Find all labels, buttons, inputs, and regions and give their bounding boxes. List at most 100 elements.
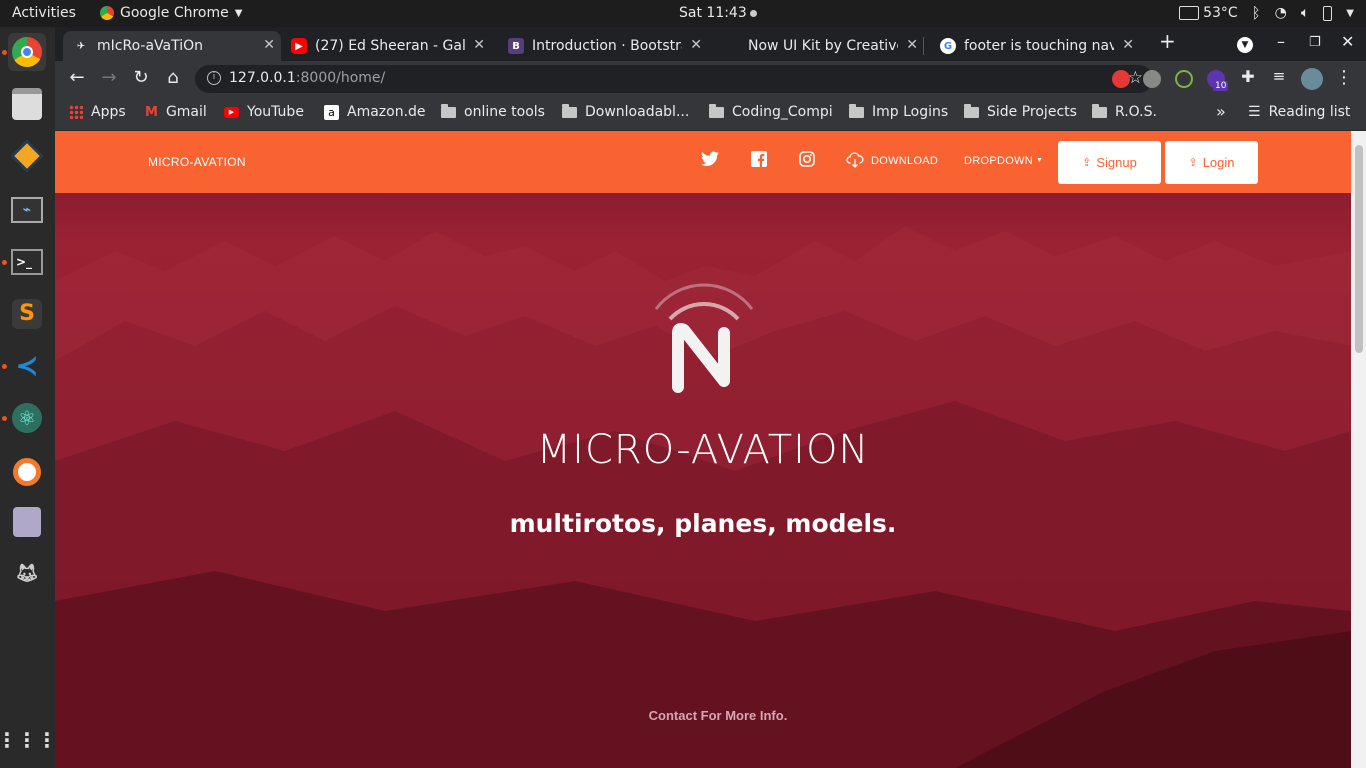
bookmark-gmail[interactable]: M Gmail bbox=[145, 104, 207, 120]
bookmark-label: YouTube bbox=[247, 104, 304, 120]
dropdown-toggle[interactable]: DROPDOWN ▼ bbox=[964, 155, 1043, 167]
url-text[interactable]: 127.0.0.1:8000/home/ bbox=[229, 70, 385, 86]
cloud-download-icon[interactable] bbox=[846, 152, 864, 172]
close-tab-icon[interactable]: ✕ bbox=[1122, 37, 1134, 53]
bookmark-label: online tools bbox=[464, 104, 545, 120]
close-window-button[interactable]: ✕ bbox=[1341, 32, 1354, 51]
tab-bootstrap[interactable]: B Introduction · Bootstra ✕ bbox=[498, 31, 708, 61]
home-button[interactable]: ⌂ bbox=[161, 67, 185, 88]
close-tab-icon[interactable]: ✕ bbox=[690, 37, 702, 53]
folder-icon bbox=[709, 103, 724, 118]
cpu-temp-indicator[interactable]: 53°C bbox=[1178, 5, 1238, 21]
folder-icon bbox=[562, 103, 577, 118]
minimize-button[interactable]: – bbox=[1277, 32, 1285, 51]
media-controls-icon[interactable]: ≡ bbox=[1267, 67, 1291, 85]
signup-button[interactable]: ⇪ Signup bbox=[1058, 141, 1161, 184]
cpu-temp-label: 53°C bbox=[1203, 5, 1238, 21]
login-label: Login bbox=[1202, 155, 1235, 170]
clock[interactable]: Sat 11:43 bbox=[679, 5, 757, 21]
tab-micro-avation[interactable]: ✈ mIcRo-aVaTiOn ✕ bbox=[63, 31, 281, 61]
app-menu-label: Google Chrome bbox=[120, 5, 229, 21]
download-link[interactable]: DOWNLOAD bbox=[871, 155, 938, 167]
bookmark-label: R.O.S. bbox=[1115, 104, 1157, 120]
app-menu[interactable]: Google Chrome ▼ bbox=[100, 5, 242, 21]
check-extension-icon[interactable] bbox=[1175, 70, 1193, 88]
reading-list-button[interactable]: ☰ Reading list bbox=[1248, 104, 1350, 120]
atom-launcher-icon[interactable]: ⚛ bbox=[8, 399, 46, 437]
bookmark-apps[interactable]: Apps bbox=[69, 104, 126, 120]
twitter-icon[interactable] bbox=[701, 151, 719, 171]
tab-search-icon[interactable]: ▼ bbox=[1237, 32, 1253, 53]
bookmark-youtube[interactable]: ▶ YouTube bbox=[224, 104, 304, 120]
battery-icon[interactable] bbox=[1323, 5, 1333, 21]
chrome-launcher-icon[interactable] bbox=[8, 33, 46, 71]
volume-icon[interactable]: 🔈︎ bbox=[1301, 5, 1309, 21]
blender-launcher-icon[interactable] bbox=[8, 453, 46, 491]
hero-section: MICRO-AVATION DOWNLOAD DROPDOWN ▼ ⇪ Signu… bbox=[55, 131, 1351, 768]
bookmark-label: Apps bbox=[91, 104, 126, 120]
share-icon: ⇪ bbox=[1082, 157, 1092, 169]
navbar-brand[interactable]: MICRO-AVATION bbox=[148, 155, 246, 169]
chrome-menu-icon[interactable]: ⋮ bbox=[1332, 67, 1356, 88]
bookmarks-overflow-button[interactable]: » bbox=[1216, 102, 1226, 121]
virtualbox-launcher-icon[interactable] bbox=[8, 137, 46, 175]
instagram-icon[interactable] bbox=[799, 151, 815, 171]
terminal-launcher-icon[interactable]: >_ bbox=[8, 243, 46, 281]
dropdown-label: DROPDOWN bbox=[964, 155, 1034, 167]
adblock-extension-icon[interactable] bbox=[1112, 70, 1130, 88]
tab-youtube[interactable]: ▶ (27) Ed Sheeran - Galwa ✕ bbox=[281, 31, 491, 61]
bookmark-folder-coding[interactable]: Coding_Compi bbox=[709, 103, 833, 120]
running-indicator bbox=[2, 50, 7, 55]
hero-subtitle: multirotos, planes, models. bbox=[509, 509, 897, 538]
bookmark-folder-downloadable[interactable]: Downloadabl... bbox=[562, 103, 689, 120]
bookmark-star-icon[interactable]: ☆ bbox=[1128, 68, 1143, 88]
cloud-extension-icon[interactable] bbox=[1143, 70, 1161, 88]
bookmark-folder-ros[interactable]: R.O.S. bbox=[1092, 103, 1157, 120]
sublime-text-launcher-icon[interactable]: S bbox=[8, 295, 46, 333]
close-tab-icon[interactable]: ✕ bbox=[263, 37, 275, 53]
youtube-icon: ▶ bbox=[291, 38, 307, 54]
tab-title: mIcRo-aVaTiOn bbox=[97, 38, 203, 54]
gimp-launcher-icon[interactable]: 🦊︎ bbox=[8, 555, 46, 593]
site-info-icon[interactable]: i bbox=[207, 71, 221, 85]
files-launcher-icon[interactable] bbox=[8, 85, 46, 123]
power-menu-icon[interactable]: ▼ bbox=[1346, 8, 1354, 19]
maximize-button[interactable]: ❐ bbox=[1309, 35, 1321, 50]
notification-dot bbox=[749, 9, 757, 17]
extensions-puzzle-icon[interactable]: ✚ bbox=[1236, 67, 1260, 86]
login-button[interactable]: ⇪ Login bbox=[1165, 141, 1258, 184]
new-tab-button[interactable]: + bbox=[1159, 29, 1176, 53]
reload-button[interactable]: ↻ bbox=[129, 67, 153, 88]
bookmark-folder-imp-logins[interactable]: Imp Logins bbox=[849, 103, 948, 120]
system-tray[interactable]: 53°C ᛒ ◔ 🔈︎ ▼ bbox=[1178, 4, 1354, 22]
bookmark-label: Side Projects bbox=[987, 104, 1077, 120]
url-path: :8000/home/ bbox=[295, 70, 386, 86]
system-monitor-launcher-icon[interactable]: ⌁ bbox=[8, 191, 46, 229]
wifi-icon[interactable]: ◔ bbox=[1275, 5, 1287, 21]
page-scrollbar[interactable] bbox=[1351, 131, 1366, 768]
cpu-icon bbox=[1178, 6, 1199, 20]
bookmarks-bar: Apps M Gmail ▶ YouTube a Amazon.de onlin… bbox=[55, 97, 1366, 131]
profile-avatar[interactable] bbox=[1301, 68, 1323, 90]
close-tab-icon[interactable]: ✕ bbox=[906, 37, 918, 53]
show-applications-icon[interactable]: ⋮⋮⋮ bbox=[0, 721, 57, 759]
bluetooth-icon[interactable]: ᛒ bbox=[1252, 4, 1261, 22]
address-bar[interactable]: i 127.0.0.1:8000/home/ ☆ bbox=[195, 65, 1153, 93]
vscode-launcher-icon[interactable]: ≺ bbox=[8, 347, 46, 385]
close-tab-icon[interactable]: ✕ bbox=[473, 37, 485, 53]
youtube-icon: ▶ bbox=[224, 106, 239, 118]
dock: ⌁ >_ S ≺ ⚛ 🦊︎ ⋮⋮⋮ bbox=[0, 27, 57, 768]
webcam-launcher-icon[interactable] bbox=[8, 503, 46, 541]
bookmark-amazon[interactable]: a Amazon.de bbox=[324, 104, 426, 120]
tab-now-ui-kit[interactable]: Now UI Kit by Creative ✕ bbox=[714, 31, 924, 61]
bookmark-folder-online-tools[interactable]: online tools bbox=[441, 103, 545, 120]
running-indicator bbox=[2, 364, 7, 369]
running-indicator bbox=[2, 260, 7, 265]
back-button[interactable]: ← bbox=[65, 67, 89, 88]
facebook-icon[interactable] bbox=[751, 151, 767, 171]
activities-button[interactable]: Activities bbox=[12, 5, 76, 21]
bookmark-folder-side-projects[interactable]: Side Projects bbox=[964, 103, 1077, 120]
tab-google-search[interactable]: G footer is touching nav ✕ bbox=[930, 31, 1140, 61]
forward-button[interactable]: → bbox=[97, 67, 121, 88]
scrollbar-thumb[interactable] bbox=[1355, 145, 1363, 353]
